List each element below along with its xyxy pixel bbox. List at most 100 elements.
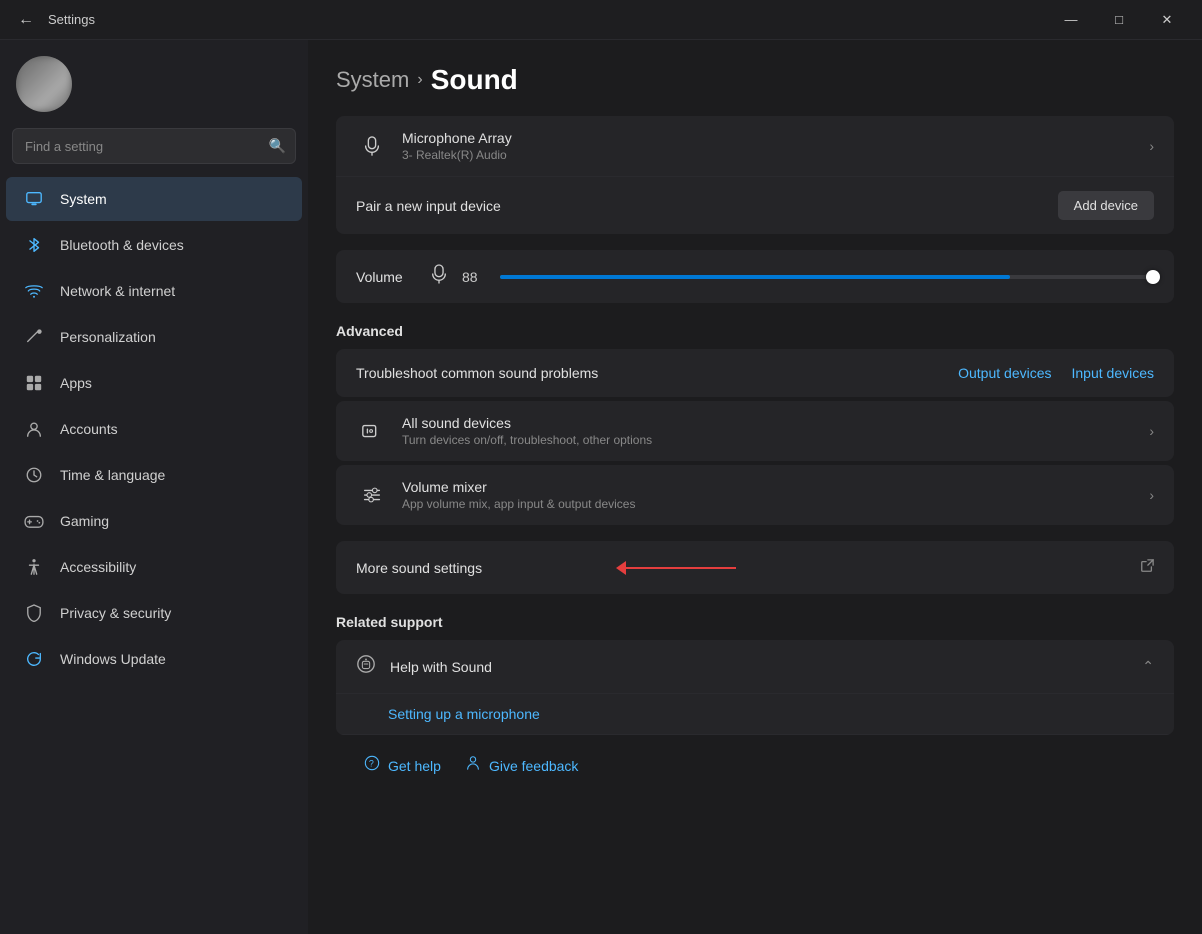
arrow-annotation [616,561,736,575]
breadcrumb-system: System [336,67,409,93]
all-sound-devices-text: All sound devices Turn devices on/off, t… [402,415,1149,447]
window-controls: — □ ✕ [1048,4,1190,36]
sidebar-item-system[interactable]: System [6,177,302,221]
volume-label: Volume [356,269,416,285]
apps-icon [22,371,46,395]
pair-new-input-row[interactable]: Pair a new input device Add device [336,177,1174,234]
chevron-right-icon: › [1149,423,1154,439]
chevron-right-icon: › [1149,138,1154,154]
help-with-sound-row[interactable]: Help with Sound ⌃ [336,640,1174,694]
sidebar-item-label: Network & internet [60,283,175,299]
external-link-icon [1140,559,1154,576]
arrow-line [626,567,736,569]
titlebar: ← Settings — □ ✕ [0,0,1202,40]
get-help-icon: ? [364,755,380,776]
setting-up-microphone-link[interactable]: Setting up a microphone [336,694,1174,735]
sidebar-item-label: Personalization [60,329,156,345]
volume-mic-icon [430,264,448,289]
sidebar-item-label: Accounts [60,421,118,437]
sidebar-item-label: Windows Update [60,651,166,667]
volume-fill [500,275,1010,279]
advanced-heading: Advanced [336,323,1174,339]
mic-row-icon [356,130,388,162]
page-header: System › Sound [336,64,1174,96]
speaker-icon [356,415,388,447]
accounts-icon [22,417,46,441]
main-layout: 🔍 System Bluetooth & devices Network & i… [0,40,1202,934]
avatar [16,56,72,112]
all-sound-devices-card: All sound devices Turn devices on/off, t… [336,401,1174,461]
back-icon: ← [18,11,34,29]
search-area: 🔍 [12,128,296,164]
breadcrumb-chevron: › [417,71,422,89]
sidebar-item-accessibility[interactable]: Accessibility [6,545,302,589]
help-icon [356,654,376,679]
sidebar-item-gaming[interactable]: Gaming [6,499,302,543]
back-button[interactable]: ← [12,6,40,34]
volume-card: Volume 88 [336,250,1174,303]
microphone-text: Microphone Array 3- Realtek(R) Audio [402,130,1149,162]
avatar-blur [16,56,72,112]
volume-slider[interactable] [500,267,1154,287]
sidebar-item-accounts[interactable]: Accounts [6,407,302,451]
maximize-icon: □ [1115,12,1123,27]
sidebar-item-label: Apps [60,375,92,391]
sidebar-item-time[interactable]: Time & language [6,453,302,497]
get-help-link[interactable]: ? Get help [364,755,441,776]
network-icon [22,279,46,303]
page-title: Sound [431,64,518,96]
microphone-title: Microphone Array [402,130,1149,146]
troubleshoot-label: Troubleshoot common sound problems [356,365,958,381]
volume-value: 88 [462,269,486,285]
avatar-area [0,40,308,120]
give-feedback-label: Give feedback [489,758,579,774]
arrow-head [616,561,626,575]
help-card: Help with Sound ⌃ Setting up a microphon… [336,640,1174,735]
volume-mixer-row[interactable]: Volume mixer App volume mix, app input &… [336,465,1174,525]
minimize-icon: — [1065,12,1078,27]
microphone-array-row[interactable]: Microphone Array 3- Realtek(R) Audio › [336,116,1174,177]
update-icon [22,647,46,671]
help-title: Help with Sound [390,659,1142,675]
all-sound-devices-row[interactable]: All sound devices Turn devices on/off, t… [336,401,1174,461]
footer: ? Get help Give feedback [336,739,1174,792]
sidebar-item-apps[interactable]: Apps [6,361,302,405]
close-button[interactable]: ✕ [1144,4,1190,36]
volume-mixer-card: Volume mixer App volume mix, app input &… [336,465,1174,525]
get-help-label: Get help [388,758,441,774]
sidebar-item-privacy[interactable]: Privacy & security [6,591,302,635]
gaming-icon [22,509,46,533]
sidebar: 🔍 System Bluetooth & devices Network & i… [0,40,308,934]
sidebar-item-label: Bluetooth & devices [60,237,184,253]
volume-mixer-icon [356,479,388,511]
sidebar-item-label: System [60,191,107,207]
search-icon: 🔍 [269,138,286,155]
sidebar-item-label: Privacy & security [60,605,171,621]
sidebar-item-network[interactable]: Network & internet [6,269,302,313]
maximize-button[interactable]: □ [1096,4,1142,36]
content-area: System › Sound Microphone Array 3- Realt… [308,40,1202,934]
volume-track [500,275,1154,279]
all-sound-subtitle: Turn devices on/off, troubleshoot, other… [402,433,1149,447]
sidebar-item-label: Gaming [60,513,109,529]
sidebar-item-update[interactable]: Windows Update [6,637,302,681]
sidebar-item-personalization[interactable]: Personalization [6,315,302,359]
input-devices-link[interactable]: Input devices [1072,365,1155,381]
input-devices-card: Microphone Array 3- Realtek(R) Audio › P… [336,116,1174,234]
time-icon [22,463,46,487]
related-support-heading: Related support [336,614,1174,630]
add-device-button[interactable]: Add device [1058,191,1154,220]
system-icon [22,187,46,211]
search-input[interactable] [12,128,296,164]
minimize-button[interactable]: — [1048,4,1094,36]
output-devices-link[interactable]: Output devices [958,365,1051,381]
give-feedback-link[interactable]: Give feedback [465,755,579,776]
sidebar-item-bluetooth[interactable]: Bluetooth & devices [6,223,302,267]
chevron-right-icon: › [1149,487,1154,503]
all-sound-title: All sound devices [402,415,1149,431]
more-sound-settings-row[interactable]: More sound settings [336,541,1174,594]
volume-mixer-subtitle: App volume mix, app input & output devic… [402,497,1149,511]
volume-mixer-title: Volume mixer [402,479,1149,495]
titlebar-title: Settings [48,12,95,27]
accessibility-icon [22,555,46,579]
